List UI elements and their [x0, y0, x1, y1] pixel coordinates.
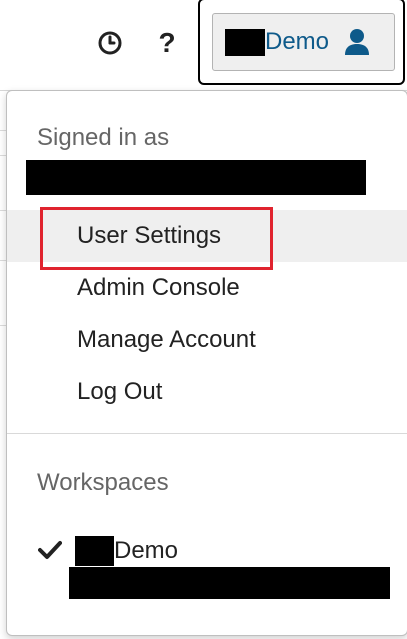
workspace-item-demo[interactable]: Demo	[7, 527, 407, 607]
redacted-user-email	[26, 160, 366, 195]
menu-item-label: Admin Console	[77, 274, 240, 301]
help-button[interactable]: ?	[148, 24, 186, 62]
signed-in-heading: Signed in as	[37, 124, 170, 151]
menu-item-user-settings[interactable]: User Settings	[7, 210, 407, 262]
redacted-block	[225, 28, 265, 56]
menu-item-manage-account[interactable]: Manage Account	[7, 314, 407, 366]
menu-item-admin-console[interactable]: Admin Console	[7, 262, 407, 314]
redacted-workspace-detail	[69, 567, 390, 599]
top-bar: ? Demo	[0, 0, 407, 131]
user-dropdown-menu: Signed in as User Settings Admin Console…	[6, 90, 407, 636]
user-menu-button[interactable]: Demo	[198, 0, 405, 85]
workspace-label: Demo	[114, 537, 179, 564]
question-mark-icon: ?	[158, 27, 176, 58]
menu-item-label: Log Out	[77, 378, 163, 405]
user-icon	[343, 28, 371, 56]
menu-item-label: Manage Account	[77, 326, 256, 353]
menu-item-label: User Settings	[77, 222, 222, 249]
user-menu-label: Demo	[265, 28, 330, 55]
redacted-block	[75, 536, 114, 566]
history-button[interactable]	[91, 24, 129, 62]
checkmark-icon	[38, 540, 62, 565]
menu-item-log-out[interactable]: Log Out	[7, 366, 407, 418]
user-menu-button-inner[interactable]: Demo	[212, 13, 395, 71]
workspaces-heading: Workspaces	[37, 469, 169, 496]
menu-divider	[7, 433, 407, 434]
history-clock-icon	[98, 31, 122, 55]
